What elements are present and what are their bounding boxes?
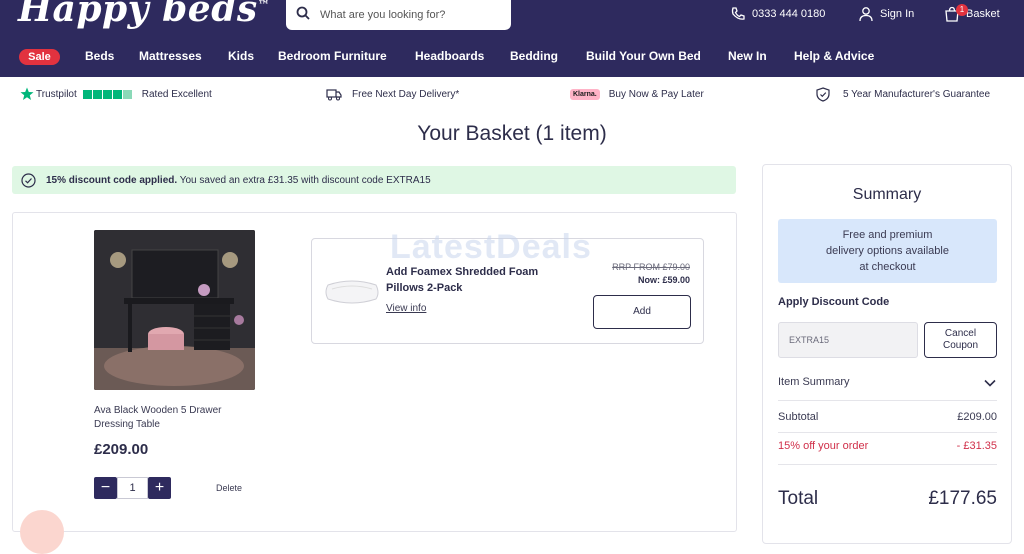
nav-item-headboards[interactable]: Headboards [415,49,484,63]
signin-label: Sign In [880,8,915,20]
search-input[interactable]: What are you looking for? [286,0,511,30]
buy-now-pay-later-text: Buy Now & Pay Later [608,88,704,100]
nav-item-bedroom-furniture[interactable]: Bedroom Furniture [278,49,387,63]
nav-item-beds[interactable]: Beds [85,49,114,63]
total-value: £177.65 [928,488,997,509]
search-icon [296,6,310,25]
guarantee-text: 5 Year Manufacturer's Guarantee [843,88,991,100]
trustpilot-usp[interactable]: Trustpilot Rated Excellent [20,84,212,104]
discount-row: 15% off your order - £31.35 [778,440,997,452]
nav-item-new-in[interactable]: New In [728,49,767,63]
total-row: Total £177.65 [778,488,997,510]
upsell-now-price: Now: £59.00 [637,275,690,285]
product-name[interactable]: Ava Black Wooden 5 Drawer Dressing Table [94,404,254,432]
basket-link[interactable]: Basket [944,6,1000,22]
trustpilot-star-icon [20,87,34,100]
main-nav: Sale Beds Mattresses Kids Bedroom Furnit… [0,49,1024,65]
summary-title: Summary [852,186,922,203]
klarna-usp: Klarna. Buy Now & Pay Later [570,84,704,104]
cancel-coupon-button[interactable]: Cancel Coupon [924,322,997,358]
page-title: Your Basket (1 item) [417,122,607,145]
discount-applied-text: You saved an extra £31.35 with discount … [177,174,431,186]
decrease-quantity-button[interactable]: − [94,477,117,499]
nav-item-kids[interactable]: Kids [228,49,254,63]
product-image[interactable] [94,230,255,390]
divider [778,464,997,465]
delivery-info-box: Free and premium delivery options availa… [778,219,997,283]
phone-link[interactable]: 0333 444 0180 [730,6,825,22]
phone-icon [731,7,745,20]
basket-count-badge: 1 [956,4,968,16]
pillow-image [324,277,380,312]
truck-icon [326,89,342,101]
subtotal-value: £209.00 [957,411,997,423]
discount-applied-banner: 15% discount code applied. You saved an … [12,166,736,194]
add-upsell-button[interactable]: Add [593,295,691,329]
search-placeholder: What are you looking for? [320,9,446,21]
cancel-coupon-line-1: Cancel [944,328,977,339]
nav-item-mattresses[interactable]: Mattresses [139,49,202,63]
trustpilot-stars-icon [82,89,132,99]
apply-discount-label: Apply Discount Code [778,296,890,308]
signin-link[interactable]: Sign In [858,6,914,22]
total-label: Total [778,488,819,509]
upsell-title: Add Foamex Shredded Foam Pillows 2-Pack [386,266,539,294]
product-price: £209.00 [94,441,149,458]
quantity-stepper: − 1 + [94,477,171,499]
phone-number: 0333 444 0180 [752,8,826,20]
item-summary-toggle[interactable]: Item Summary [778,376,997,390]
discount-applied-strong: 15% discount code applied. [46,174,178,186]
shield-check-icon [816,86,830,102]
subtotal-row: Subtotal £209.00 [778,411,997,423]
discount-value: - £31.35 [956,440,997,452]
basket-label: Basket [966,8,1000,20]
increase-quantity-button[interactable]: + [148,477,171,499]
nav-item-help-advice[interactable]: Help & Advice [794,49,874,63]
rated-excellent-text: Rated Excellent [141,88,212,100]
subtotal-label: Subtotal [778,411,819,423]
cancel-coupon-line-2: Coupon [942,340,979,351]
user-icon [859,7,873,22]
item-summary-label: Item Summary [778,376,850,388]
upsell-rrp: RRP FROM £79.00 [612,262,690,272]
coupon-code-input[interactable]: EXTRA15 [778,322,918,358]
chevron-down-icon [984,379,996,387]
chat-widget-button[interactable] [20,510,64,554]
nav-item-bedding[interactable]: Bedding [510,49,558,63]
delete-item-link[interactable]: Delete [216,483,242,493]
nav-item-sale[interactable]: Sale [19,49,60,65]
delivery-text: Free Next Day Delivery* [352,88,460,100]
divider [778,400,997,401]
site-header: Happy beds™ What are you looking for? 03… [0,0,1024,77]
nav-item-build-your-own-bed[interactable]: Build Your Own Bed [586,49,701,63]
trustpilot-label: Trustpilot [36,88,77,100]
discount-label: 15% off your order [778,440,869,452]
divider [778,432,997,433]
logo[interactable]: Happy beds™ [18,0,270,30]
delivery-usp: Free Next Day Delivery* [326,84,459,104]
delivery-line-1: Free and premium [842,229,933,241]
view-info-link[interactable]: View info [386,303,426,314]
delivery-line-3: at checkout [859,261,916,273]
delivery-line-2: delivery options available [826,245,949,257]
check-circle-icon [21,172,36,188]
guarantee-usp: 5 Year Manufacturer's Guarantee [816,84,990,104]
quantity-input[interactable]: 1 [117,477,148,499]
klarna-logo: Klarna. [570,88,600,100]
